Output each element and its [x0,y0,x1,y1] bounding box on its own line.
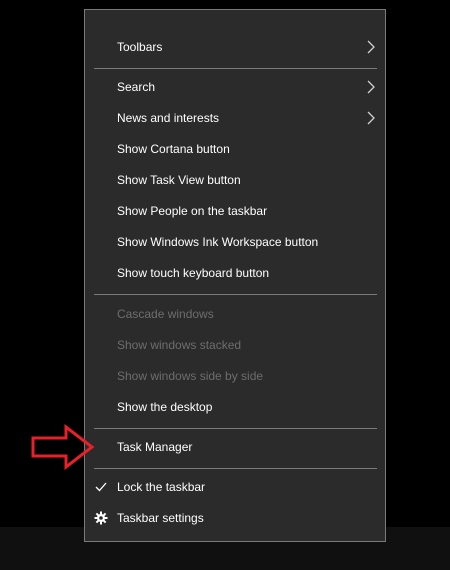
chevron-right-icon [367,80,375,94]
menu-item-label: Task Manager [117,440,193,454]
menu-item-task-manager[interactable]: Task Manager [85,432,385,462]
menu-item-label: Show Cortana button [117,142,230,156]
menu-item-label: Show the desktop [117,400,213,414]
menu-separator [94,294,377,295]
menu-item-show-cortana-button[interactable]: Show Cortana button [85,134,385,164]
menu-item-show-touch-keyboard-button[interactable]: Show touch keyboard button [85,258,385,288]
menu-item-label: Show Windows Ink Workspace button [117,235,319,249]
menu-item-label: Show windows side by side [117,369,264,383]
menu-separator [94,468,377,469]
menu-item-label: Show touch keyboard button [117,266,270,280]
gear-icon [94,511,108,525]
chevron-right-icon [367,40,375,54]
menu-item-show-the-desktop[interactable]: Show the desktop [85,392,385,422]
menu-item-toolbars[interactable]: Toolbars [85,32,385,62]
menu-item-label: Toolbars [117,40,163,54]
menu-item-show-people-on-taskbar[interactable]: Show People on the taskbar [85,196,385,226]
taskbar-context-menu: Toolbars Search News and interests Show … [84,9,386,542]
menu-item-show-task-view-button[interactable]: Show Task View button [85,165,385,195]
menu-item-label: Show Task View button [117,173,241,187]
menu-item-label: Search [117,80,156,94]
menu-item-label: News and interests [117,111,220,125]
desktop-screen: Toolbars Search News and interests Show … [0,0,450,570]
menu-separator [94,428,377,429]
menu-item-show-windows-ink-workspace-button[interactable]: Show Windows Ink Workspace button [85,227,385,257]
menu-item-taskbar-settings[interactable]: Taskbar settings [85,503,385,533]
menu-item-cascade-windows: Cascade windows [85,299,385,329]
checkmark-icon [95,482,107,492]
menu-item-show-windows-stacked: Show windows stacked [85,330,385,360]
chevron-right-icon [367,111,375,125]
menu-separator [94,68,377,69]
menu-item-show-windows-side-by-side: Show windows side by side [85,361,385,391]
menu-item-label: Show People on the taskbar [117,204,268,218]
menu-item-search[interactable]: Search [85,72,385,102]
menu-item-label: Taskbar settings [117,511,204,525]
menu-item-news-and-interests[interactable]: News and interests [85,103,385,133]
menu-item-lock-the-taskbar[interactable]: Lock the taskbar [85,472,385,502]
menu-item-label: Cascade windows [117,307,214,321]
menu-item-label: Lock the taskbar [117,480,206,494]
menu-item-label: Show windows stacked [117,338,242,352]
red-outline-arrow-icon [31,424,95,470]
